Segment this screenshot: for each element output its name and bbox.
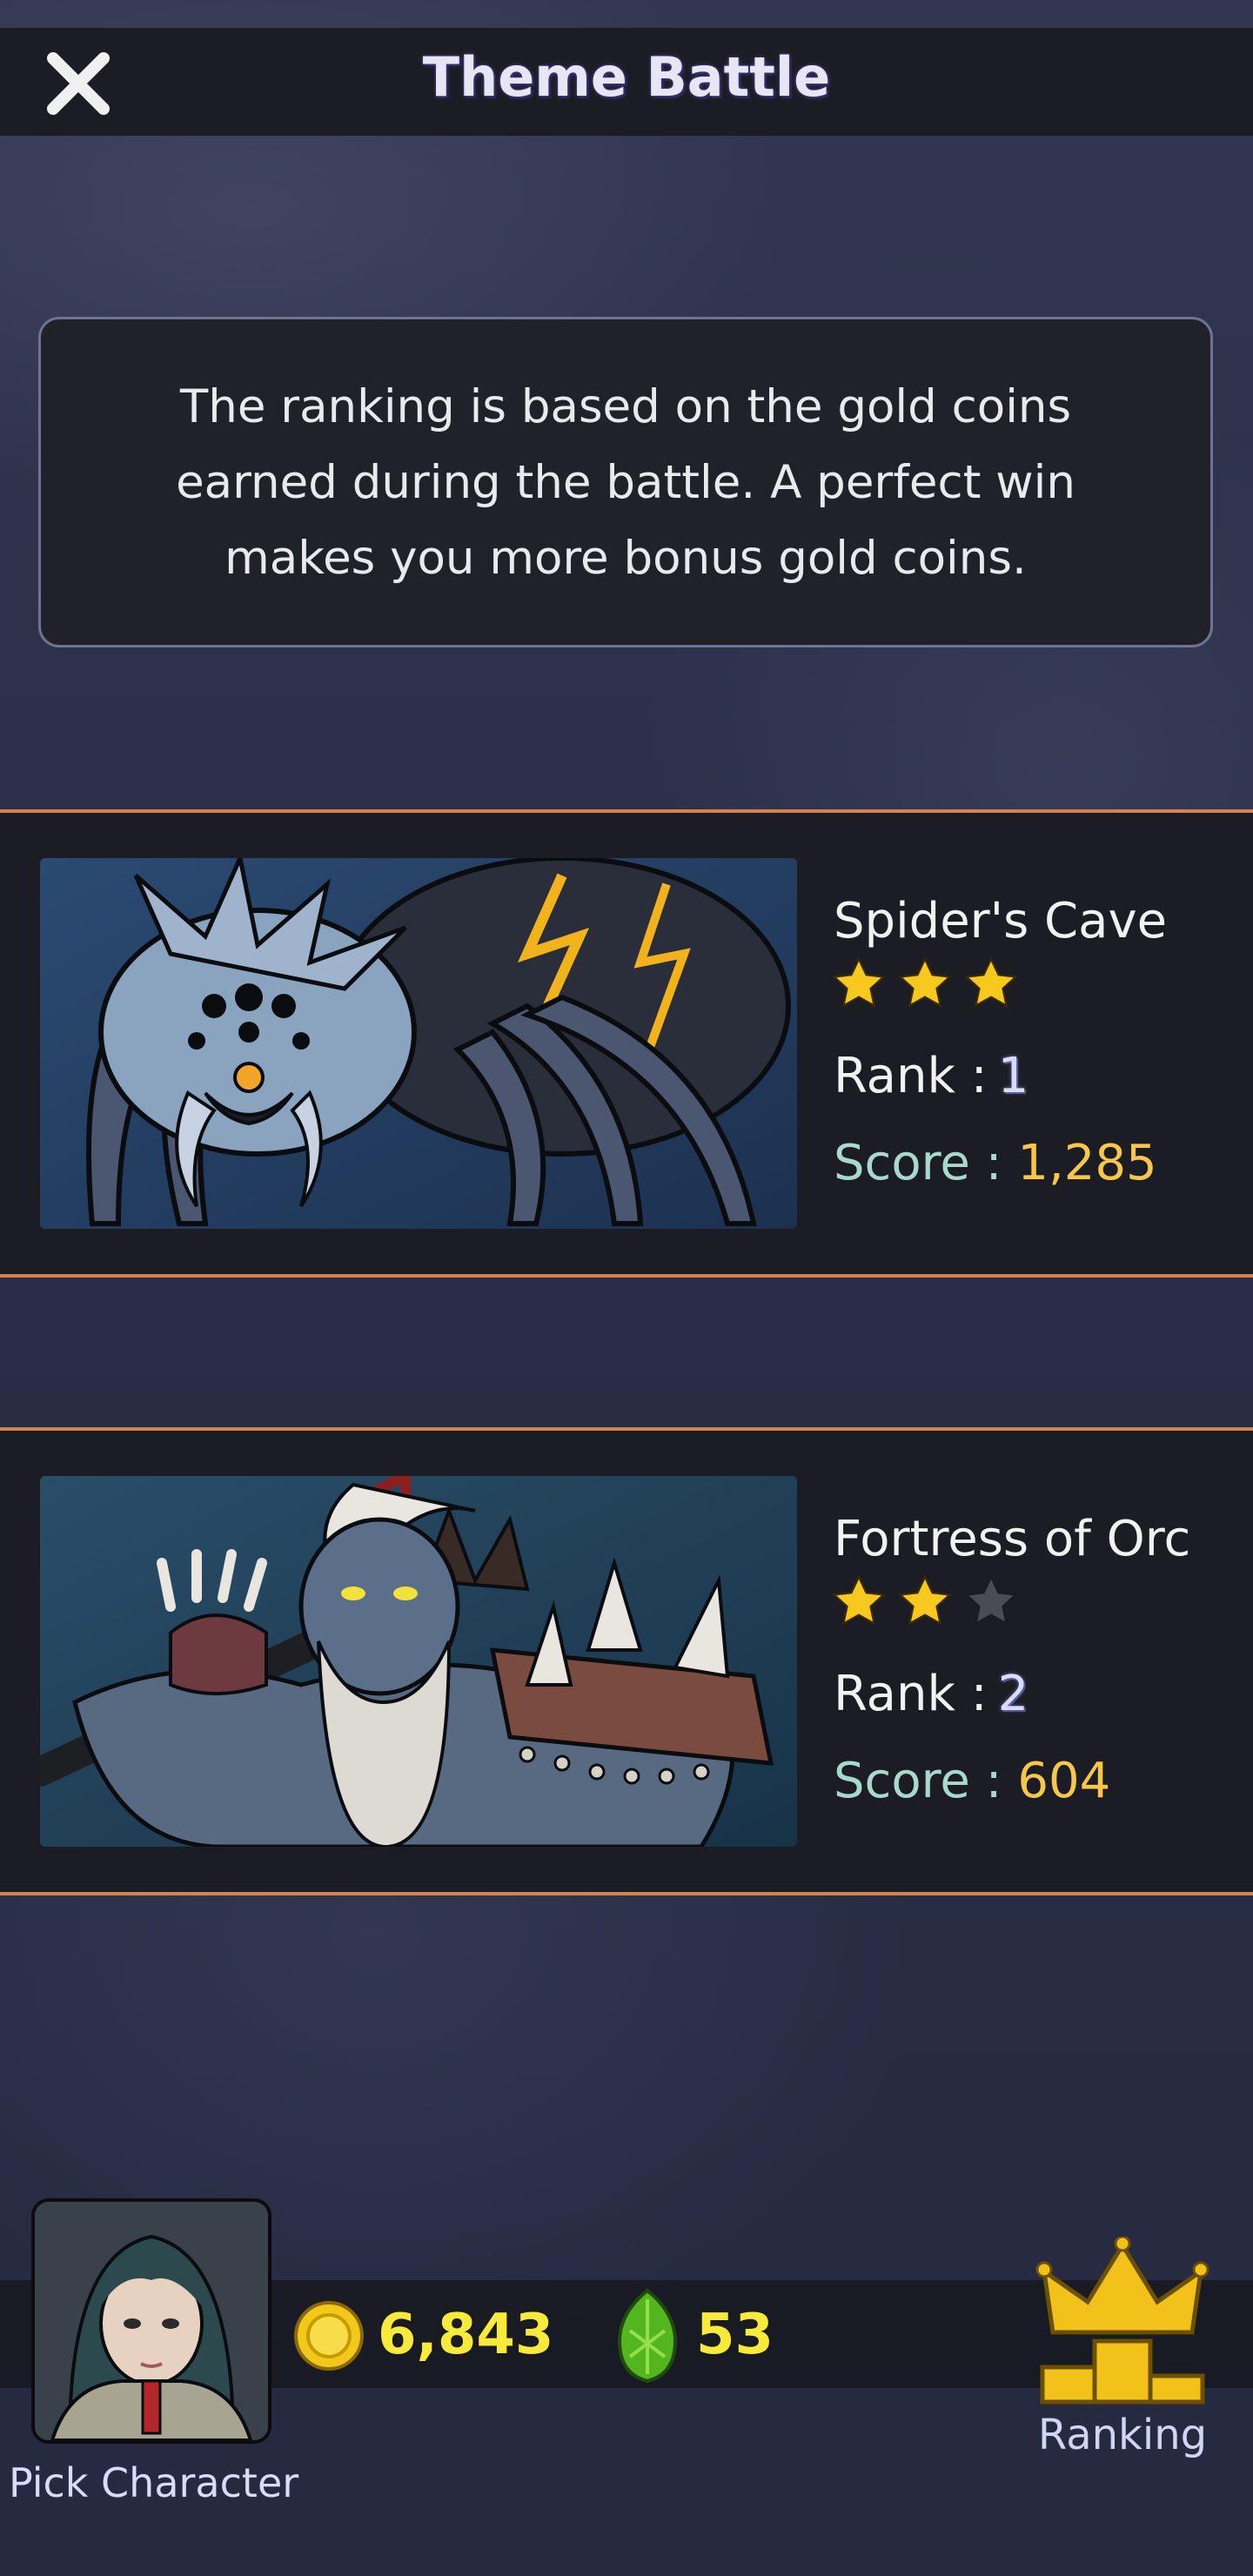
- green-gem-icon: [617, 2288, 678, 2384]
- ranking-button[interactable]: Ranking: [1027, 2235, 1218, 2480]
- star-rating: [830, 956, 1020, 1013]
- star-icon: [898, 956, 952, 1008]
- theme-card-spiders-cave[interactable]: Spider's Cave Rank :1 Score : 1,285: [0, 809, 1253, 1278]
- star-rating: [830, 1573, 1020, 1631]
- spider-illustration: [40, 858, 797, 1229]
- rank-label: Rank :: [834, 1666, 988, 1722]
- ranking-label: Ranking: [1037, 2411, 1208, 2459]
- gold-coin-icon: [294, 2301, 364, 2371]
- info-panel: The ranking is based on the gold coins e…: [38, 317, 1213, 647]
- theme-card-fortress-of-orc[interactable]: Fortress of Orc Rank :2 Score : 604: [0, 1427, 1253, 1895]
- rank-label: Rank :: [834, 1048, 988, 1104]
- character-avatar[interactable]: [31, 2198, 271, 2444]
- score-value: 1,285: [1017, 1135, 1157, 1191]
- score-row: Score : 604: [834, 1753, 1110, 1809]
- star-icon: [832, 956, 886, 1008]
- score-row: Score : 1,285: [834, 1135, 1157, 1191]
- score-label: Score :: [834, 1135, 1002, 1191]
- rank-row: Rank :2: [834, 1666, 1029, 1722]
- gem-count: 53: [696, 2303, 774, 2367]
- star-icon: [964, 956, 1018, 1008]
- page-title: Theme Battle: [422, 45, 831, 109]
- star-icon: [832, 1574, 886, 1626]
- rank-row: Rank :1: [834, 1048, 1029, 1104]
- rank-value: 2: [997, 1666, 1029, 1722]
- star-icon: [898, 1574, 952, 1626]
- orc-illustration: [40, 1476, 797, 1847]
- pick-character-label[interactable]: Pick Character: [9, 2459, 298, 2506]
- theme-name: Fortress of Orc: [834, 1511, 1191, 1567]
- rank-value: 1: [997, 1048, 1029, 1104]
- crown-podium-icon: [1035, 2235, 1209, 2405]
- gold-coin-count: 6,843: [378, 2303, 554, 2367]
- info-text: The ranking is based on the gold coins e…: [176, 379, 1075, 585]
- theme-name: Spider's Cave: [834, 893, 1168, 949]
- star-icon-empty: [964, 1574, 1018, 1626]
- score-value: 604: [1017, 1753, 1111, 1809]
- score-label: Score :: [834, 1753, 1002, 1809]
